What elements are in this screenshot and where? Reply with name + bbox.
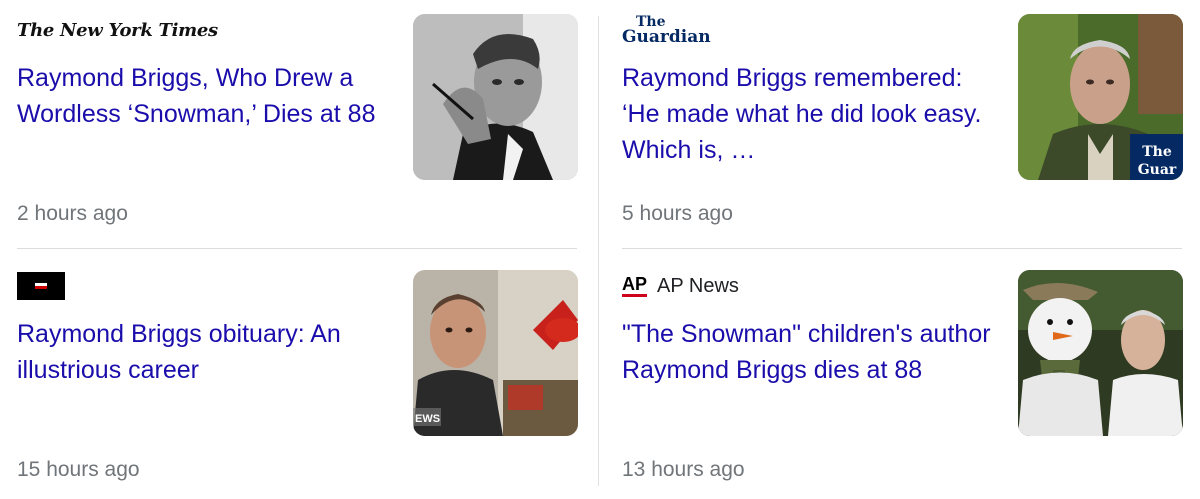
guardian-watermark-line1: The	[1142, 144, 1172, 160]
news-card-guardian[interactable]: The Guardian Raymond Briggs remembered: …	[622, 14, 1183, 225]
snowman-costume-photo-icon	[1018, 270, 1183, 436]
row-divider-left	[17, 248, 577, 249]
column-divider	[598, 16, 599, 486]
guardian-watermark-line2: Guar	[1138, 162, 1177, 178]
nyt-logo: The New York Times	[17, 19, 218, 41]
portrait-photo-bw-icon	[413, 14, 578, 180]
bbc-news-logo-icon	[17, 272, 65, 300]
timestamp: 2 hours ago	[17, 202, 128, 225]
headline-link[interactable]: Raymond Briggs, Who Drew a Wordless ‘Sno…	[17, 60, 397, 132]
timestamp: 15 hours ago	[17, 458, 140, 481]
news-results-grid: The New York Times Raymond Briggs, Who D…	[0, 0, 1200, 499]
bbc-watermark: EWS	[415, 413, 440, 425]
headline-link[interactable]: "The Snowman" children's author Raymond …	[622, 316, 997, 388]
timestamp: 13 hours ago	[622, 458, 745, 481]
news-card-nyt[interactable]: The New York Times Raymond Briggs, Who D…	[17, 14, 578, 225]
thumbnail-image[interactable]	[413, 14, 578, 180]
guardian-logo: The Guardian	[622, 14, 711, 47]
artist-at-desk-photo-icon: EWS	[413, 270, 578, 436]
source-name: AP News	[657, 274, 739, 297]
timestamp: 5 hours ago	[622, 202, 733, 225]
headline-link[interactable]: Raymond Briggs remembered: ‘He made what…	[622, 60, 997, 168]
news-card-bbc[interactable]: Raymond Briggs obituary: An illustrious …	[17, 270, 578, 481]
row-divider-right	[622, 248, 1182, 249]
thumbnail-image[interactable]	[1018, 270, 1183, 436]
thumbnail-image[interactable]: The Guar	[1018, 14, 1183, 180]
news-card-ap[interactable]: AP AP News "The Snowman" children's auth…	[622, 270, 1183, 481]
thumbnail-image[interactable]: EWS	[413, 270, 578, 436]
headline-link[interactable]: Raymond Briggs obituary: An illustrious …	[17, 316, 397, 388]
portrait-photo-color-icon: The Guar	[1018, 14, 1183, 180]
ap-logo-icon: AP	[622, 275, 648, 297]
